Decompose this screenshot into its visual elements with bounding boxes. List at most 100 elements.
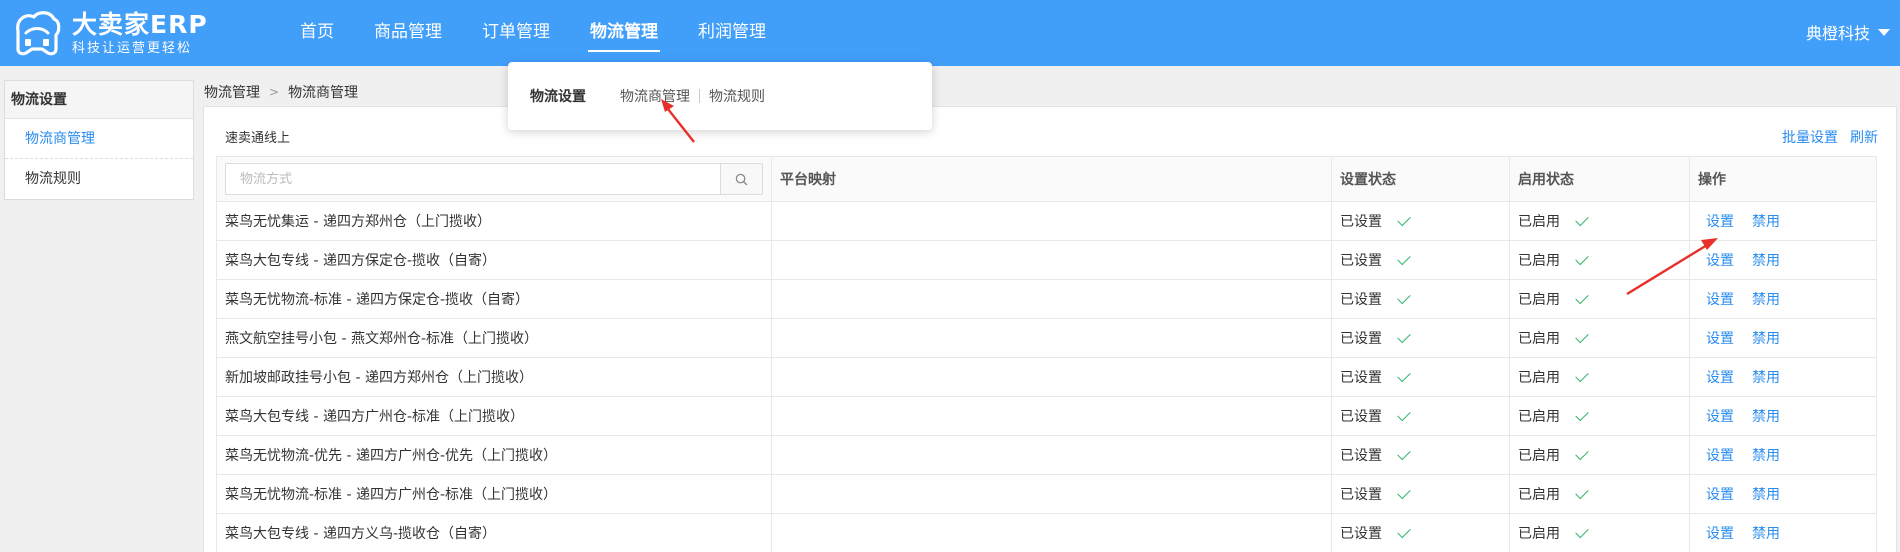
- set-status-text: 已设置: [1340, 526, 1382, 542]
- platform-mapping-cell[interactable]: [771, 513, 1332, 552]
- table-row: 菜鸟大包专线 - 递四方义乌-揽收仓（自寄） 已设置 已启用 设置 禁用: [216, 513, 1877, 552]
- main-panel: 速卖通线上 批量设置 刷新 物流方式 平台映射 设置状态 启用状态 操作 菜鸟无…: [203, 106, 1897, 552]
- settings-link[interactable]: 设置: [1706, 370, 1734, 386]
- settings-link[interactable]: 设置: [1706, 331, 1734, 347]
- disable-link[interactable]: 禁用: [1752, 370, 1780, 386]
- platform-mapping-cell[interactable]: [771, 435, 1332, 475]
- app-title: 大卖家ERP: [72, 10, 208, 39]
- platform-mapping-cell[interactable]: [771, 240, 1332, 280]
- set-status-cell: 已设置: [1331, 513, 1510, 552]
- enable-status-text: 已启用: [1518, 370, 1560, 386]
- sidebar-item-logistics-rules[interactable]: 物流规则: [5, 159, 193, 199]
- check-icon: [1575, 485, 1589, 500]
- search-box: [225, 163, 763, 195]
- search-button[interactable]: [720, 164, 762, 194]
- settings-link[interactable]: 设置: [1706, 487, 1734, 503]
- check-icon: [1575, 329, 1589, 344]
- check-icon: [1575, 446, 1589, 461]
- carrier-name-cell: 菜鸟大包专线 - 递四方保定仓-揽收（自寄）: [216, 240, 772, 280]
- operations-cell: 设置 禁用: [1689, 201, 1877, 241]
- table-row: 菜鸟无忧物流-标准 - 递四方保定仓-揽收（自寄） 已设置 已启用 设置 禁用: [216, 279, 1877, 319]
- table-body: 菜鸟无忧集运 - 递四方郑州仓（上门揽收） 已设置 已启用 设置 禁用 菜鸟大包专线 - …: [216, 201, 1877, 552]
- set-status-text: 已设置: [1340, 214, 1382, 230]
- enable-status-cell: 已启用: [1509, 513, 1690, 552]
- disable-link[interactable]: 禁用: [1752, 253, 1780, 269]
- settings-link[interactable]: 设置: [1706, 448, 1734, 464]
- platform-mapping-cell[interactable]: [771, 201, 1332, 241]
- enable-status-text: 已启用: [1518, 331, 1560, 347]
- search-header-cell: [216, 156, 772, 202]
- search-input[interactable]: [226, 164, 720, 194]
- enable-status-cell: 已启用: [1509, 240, 1690, 280]
- set-status-cell: 已设置: [1331, 318, 1510, 358]
- enable-status-cell: 已启用: [1509, 318, 1690, 358]
- enable-status-text: 已启用: [1518, 409, 1560, 425]
- check-icon: [1397, 407, 1411, 422]
- nav-item-orders[interactable]: 订单管理: [462, 0, 570, 66]
- enable-status-text: 已启用: [1518, 253, 1560, 269]
- settings-link[interactable]: 设置: [1706, 292, 1734, 308]
- app-logo[interactable]: 大卖家ERP 科技让运营更轻松: [12, 8, 208, 60]
- settings-link[interactable]: 设置: [1706, 526, 1734, 542]
- disable-link[interactable]: 禁用: [1752, 487, 1780, 503]
- disable-link[interactable]: 禁用: [1752, 526, 1780, 542]
- settings-link[interactable]: 设置: [1706, 253, 1734, 269]
- platform-mapping-cell[interactable]: [771, 279, 1332, 319]
- divider: [699, 89, 700, 103]
- carrier-name-cell: 新加坡邮政挂号小包 - 递四方郑州仓（上门揽收）: [216, 357, 772, 397]
- dropdown-link-carrier-management[interactable]: 物流商管理: [620, 86, 690, 106]
- check-icon: [1575, 368, 1589, 383]
- logistics-dropdown-menu: 物流设置 物流商管理 物流规则: [508, 62, 932, 130]
- table-row: 新加坡邮政挂号小包 - 递四方郑州仓（上门揽收） 已设置 已启用 设置 禁用: [216, 357, 1877, 397]
- disable-link[interactable]: 禁用: [1752, 214, 1780, 230]
- platform-mapping-cell[interactable]: [771, 318, 1332, 358]
- platform-mapping-cell[interactable]: [771, 357, 1332, 397]
- disable-link[interactable]: 禁用: [1752, 409, 1780, 425]
- check-icon: [1397, 329, 1411, 344]
- enable-status-cell: 已启用: [1509, 435, 1690, 475]
- check-icon: [1397, 251, 1411, 266]
- nav-item-logistics[interactable]: 物流管理: [570, 0, 678, 66]
- settings-link[interactable]: 设置: [1706, 214, 1734, 230]
- nav-item-home[interactable]: 首页: [280, 0, 354, 66]
- table-header-row: 平台映射 设置状态 启用状态 操作: [216, 156, 1877, 202]
- set-status-text: 已设置: [1340, 409, 1382, 425]
- batch-settings-link[interactable]: 批量设置: [1782, 127, 1838, 147]
- check-icon: [1397, 368, 1411, 383]
- top-navbar: 大卖家ERP 科技让运营更轻松 首页 商品管理 订单管理 物流管理 利润管理 典…: [0, 0, 1900, 66]
- refresh-link[interactable]: 刷新: [1850, 127, 1878, 147]
- enable-status-cell: 已启用: [1509, 357, 1690, 397]
- disable-link[interactable]: 禁用: [1752, 292, 1780, 308]
- disable-link[interactable]: 禁用: [1752, 331, 1780, 347]
- platform-mapping-cell[interactable]: [771, 474, 1332, 514]
- enable-status-cell: 已启用: [1509, 474, 1690, 514]
- set-status-text: 已设置: [1340, 487, 1382, 503]
- platform-mapping-cell[interactable]: [771, 396, 1332, 436]
- company-menu[interactable]: 典橙科技: [1806, 20, 1890, 44]
- search-icon: [735, 173, 748, 185]
- check-icon: [1575, 251, 1589, 266]
- nav-item-products[interactable]: 商品管理: [354, 0, 462, 66]
- enable-status-cell: 已启用: [1509, 201, 1690, 241]
- column-header-operations: 操作: [1689, 156, 1877, 202]
- column-header-set-status: 设置状态: [1331, 156, 1510, 202]
- set-status-cell: 已设置: [1331, 435, 1510, 475]
- operations-cell: 设置 禁用: [1689, 513, 1877, 552]
- set-status-text: 已设置: [1340, 331, 1382, 347]
- operations-cell: 设置 禁用: [1689, 357, 1877, 397]
- check-icon: [1397, 290, 1411, 305]
- table-row: 菜鸟无忧集运 - 递四方郑州仓（上门揽收） 已设置 已启用 设置 禁用: [216, 201, 1877, 241]
- set-status-text: 已设置: [1340, 370, 1382, 386]
- nav-item-profit[interactable]: 利润管理: [678, 0, 786, 66]
- chevron-right-icon: >: [269, 85, 280, 99]
- set-status-cell: 已设置: [1331, 201, 1510, 241]
- column-header-mapping: 平台映射: [771, 156, 1332, 202]
- check-icon: [1575, 524, 1589, 539]
- disable-link[interactable]: 禁用: [1752, 448, 1780, 464]
- settings-link[interactable]: 设置: [1706, 409, 1734, 425]
- dropdown-link-logistics-rules[interactable]: 物流规则: [709, 86, 765, 106]
- breadcrumb-item-logistics[interactable]: 物流管理: [204, 82, 260, 102]
- enable-status-cell: 已启用: [1509, 279, 1690, 319]
- sidebar-item-carrier-management[interactable]: 物流商管理: [5, 119, 193, 159]
- breadcrumb-item-current: 物流商管理: [288, 85, 359, 101]
